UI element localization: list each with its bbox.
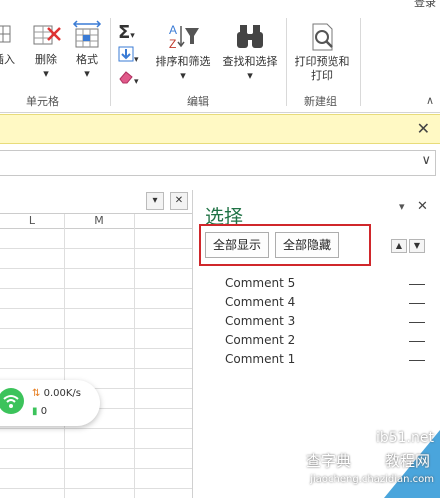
group-label-cells: 单元格: [26, 95, 59, 108]
bring-forward-icon[interactable]: ▲: [391, 239, 407, 253]
close-icon[interactable]: ✕: [170, 192, 188, 210]
delete-label: 删除: [35, 53, 57, 66]
grid-row: [0, 308, 192, 309]
group-label-new-group: 新建组: [304, 95, 337, 108]
print-preview-label-1: 打印预览和: [294, 55, 350, 68]
speed-value: 0.00K/s: [43, 388, 81, 399]
grid-row: [0, 428, 192, 429]
wifi-icon: [0, 388, 24, 414]
watermark: ib51.net 教程网 查字典 jiaocheng.chazidian.com: [300, 430, 440, 498]
list-item[interactable]: Comment 5: [225, 276, 295, 290]
fill-down-icon: [118, 46, 134, 62]
grid-line: [134, 214, 135, 498]
list-item[interactable]: Comment 4: [225, 295, 295, 309]
formula-bar[interactable]: ∨: [0, 150, 436, 176]
watermark-brand: 查字典: [306, 452, 352, 470]
column-header-m[interactable]: M: [64, 214, 135, 228]
divider: [360, 18, 361, 106]
transfer-icon: ⇅: [32, 388, 41, 399]
watermark-text: ib51.net: [375, 430, 434, 446]
notification-bar: ✕: [0, 114, 440, 144]
format-label: 格式: [76, 53, 98, 66]
grid-row: [0, 288, 192, 289]
svg-text:A: A: [169, 23, 177, 37]
visibility-toggle[interactable]: [409, 303, 425, 304]
find-select-label: 查找和选择: [222, 55, 278, 68]
visibility-toggle[interactable]: [409, 360, 425, 361]
group-label-editing: 编辑: [187, 95, 209, 108]
list-item[interactable]: Comment 3: [225, 314, 295, 328]
list-item[interactable]: Comment 2: [225, 333, 295, 347]
grid-row: [0, 328, 192, 329]
print-preview-button[interactable]: 打印预览和 打印: [290, 22, 354, 83]
wifi-devices: ▮ 0: [32, 406, 47, 417]
svg-text:Z: Z: [169, 37, 176, 51]
worksheet[interactable]: ▾ ✕ L M: [0, 190, 192, 498]
grid-row: [0, 268, 192, 269]
collapse-ribbon-icon[interactable]: ∧: [426, 94, 434, 107]
watermark-url: jiaocheng.chazidian.com: [310, 474, 434, 485]
clear-button[interactable]: ▾: [118, 68, 139, 87]
format-button[interactable]: 格式 ▾: [70, 20, 104, 81]
grid-row: [0, 248, 192, 249]
pane-options-icon[interactable]: ▾: [399, 200, 405, 213]
expand-formula-bar-icon[interactable]: ∨: [421, 153, 431, 168]
visibility-toggle[interactable]: [409, 284, 425, 285]
wifi-speed: ⇅ 0.00K/s: [32, 388, 81, 399]
grid-row: [0, 468, 192, 469]
visibility-toggle[interactable]: [409, 341, 425, 342]
header-bottom-line: [0, 228, 192, 229]
ribbon: 登录 插入 删除 ▾: [0, 0, 440, 113]
insert-button[interactable]: 插入: [0, 22, 16, 67]
print-preview-label-2: 打印: [311, 69, 333, 82]
fill-button[interactable]: ▾: [118, 46, 139, 65]
autosum-button[interactable]: Σ▾: [118, 22, 135, 43]
sort-filter-label: 排序和筛选: [155, 55, 211, 68]
watermark-text: 教程网: [384, 452, 430, 470]
chevron-down-icon: ▾: [84, 67, 90, 80]
divider: [110, 18, 111, 106]
close-icon[interactable]: ✕: [417, 119, 430, 138]
column-header-l[interactable]: L: [0, 214, 65, 228]
grid-row: [0, 368, 192, 369]
chevron-down-icon: ▾: [43, 67, 49, 80]
eraser-icon: [119, 71, 133, 84]
find-select-button[interactable]: 查找和选择 ▾: [218, 22, 282, 83]
insert-icon: [0, 25, 11, 43]
signin-link[interactable]: 登录: [414, 0, 436, 10]
print-preview-icon: [312, 23, 333, 51]
list-item[interactable]: Comment 1: [225, 352, 295, 366]
chevron-down-icon: ▾: [247, 69, 253, 82]
format-icon: [72, 20, 102, 48]
sort-filter-button[interactable]: A Z 排序和筛选 ▾: [150, 22, 216, 83]
delete-button[interactable]: 删除 ▾: [28, 22, 64, 81]
insert-label: 插入: [0, 53, 15, 66]
device-count: 0: [40, 406, 48, 417]
grid-row: [0, 448, 192, 449]
sigma-icon: Σ: [118, 22, 131, 43]
close-icon[interactable]: ✕: [417, 199, 428, 214]
hide-all-button[interactable]: 全部隐藏: [275, 232, 339, 258]
visibility-toggle[interactable]: [409, 322, 425, 323]
wifi-widget[interactable]: ⇅ 0.00K/s ▮ 0: [0, 380, 100, 426]
show-all-button[interactable]: 全部显示: [205, 232, 269, 258]
divider: [286, 18, 287, 106]
grid-row: [0, 488, 192, 489]
send-backward-icon[interactable]: ▼: [409, 239, 425, 253]
sort-filter-icon: A Z: [169, 23, 199, 51]
grid-row: [0, 348, 192, 349]
dropdown-icon[interactable]: ▾: [146, 192, 164, 210]
grid-line: [64, 214, 65, 498]
binoculars-icon: [237, 25, 263, 48]
chevron-down-icon: ▾: [180, 69, 186, 82]
delete-icon: [33, 25, 61, 45]
device-icon: ▮: [32, 406, 38, 417]
